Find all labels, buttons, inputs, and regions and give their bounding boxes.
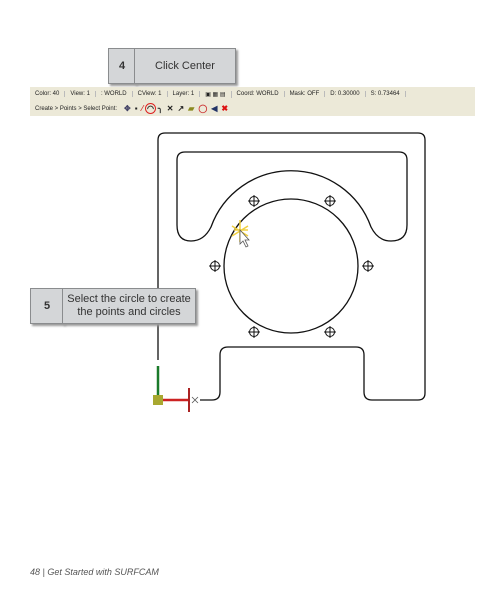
page-footer: 48 | Get Started with SURFCAM: [30, 567, 159, 577]
bolt-holes: [209, 195, 374, 338]
step-5-label: Select the circle to create the points a…: [62, 288, 196, 324]
part-outline: [157, 132, 426, 401]
cursor-icon: [239, 228, 250, 248]
top-slot: [176, 151, 408, 242]
center-circle: [223, 198, 359, 334]
step-5-number: 5: [30, 288, 64, 324]
axis-triad: [153, 366, 199, 412]
